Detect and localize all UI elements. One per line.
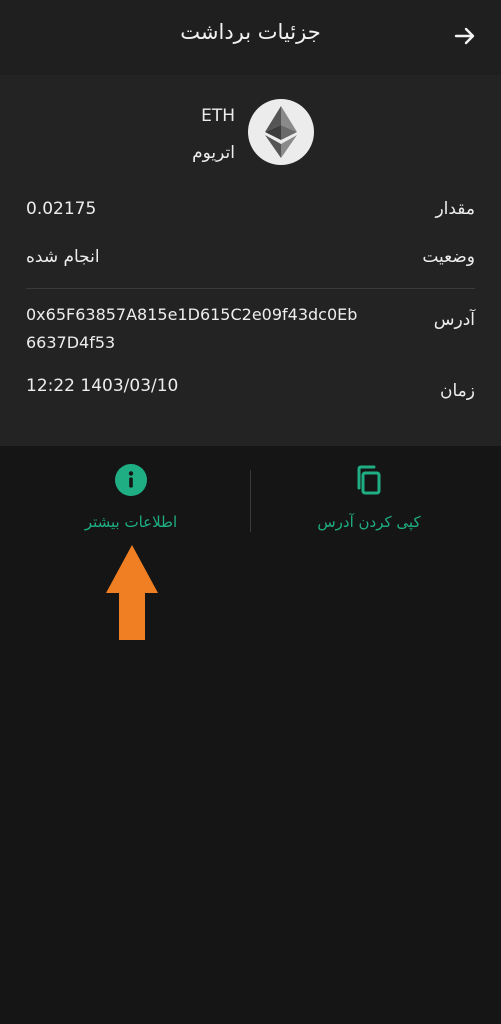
status-value: انجام شده <box>26 247 100 267</box>
more-info-button[interactable]: اطلاعات بیشتر <box>21 464 241 544</box>
withdrawal-details-card: ETH اتریوم مقدار 0.02175 وضعیت انجام شده… <box>0 75 501 446</box>
coin-symbol: ETH <box>201 106 235 126</box>
app-header: جزئیات برداشت <box>0 0 501 75</box>
info-icon <box>115 464 147 496</box>
coin-logo <box>248 99 314 165</box>
more-info-label: اطلاعات بیشتر <box>84 513 178 531</box>
actions-divider <box>250 470 251 532</box>
coin-name: اتریوم <box>192 143 235 163</box>
status-label: وضعیت <box>422 247 475 267</box>
time-label: زمان <box>440 381 475 401</box>
amount-value: 0.02175 <box>26 199 97 219</box>
details-divider <box>26 288 475 289</box>
arrow-right-icon <box>454 27 475 45</box>
time-value: 12:22 1403/03/10 <box>26 376 179 396</box>
ethereum-icon <box>265 106 297 158</box>
amount-label: مقدار <box>435 199 475 219</box>
copy-icon <box>357 465 381 495</box>
address-value: 0x65F63857A815e1D615C2e09f43dc0Eb6637D4f… <box>26 305 358 352</box>
page-title: جزئیات برداشت <box>180 20 321 44</box>
actions-bar: اطلاعات بیشتر کپی کردن آدرس <box>0 446 501 556</box>
arrow-up-icon <box>106 545 158 640</box>
copy-address-button[interactable]: کپی کردن آدرس <box>259 464 479 544</box>
copy-address-label: کپی کردن آدرس <box>317 513 421 531</box>
address-label: آدرس <box>433 310 475 330</box>
back-button[interactable] <box>451 22 479 50</box>
